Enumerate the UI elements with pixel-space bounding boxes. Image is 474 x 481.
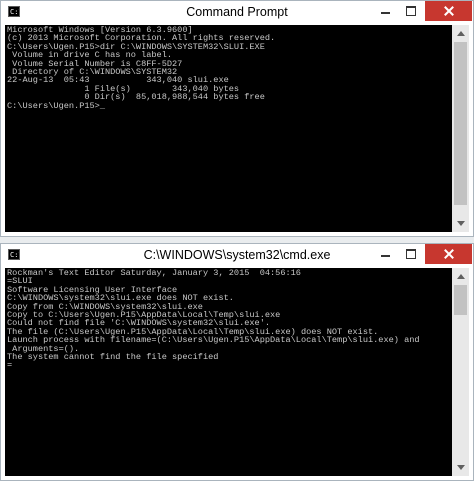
vertical-scrollbar[interactable] <box>452 25 469 232</box>
console-line: = <box>7 360 13 371</box>
scroll-up-arrow-icon[interactable] <box>452 25 469 42</box>
title-bar[interactable]: C:\ Command Prompt <box>1 1 473 25</box>
title-bar[interactable]: C:\ C:\WINDOWS\system32\cmd.exe <box>1 244 473 268</box>
console-prompt-line: C:\Users\Ugen.P15>_ <box>7 100 105 111</box>
console-client-area[interactable]: Rockman's Text Editor Saturday, January … <box>5 268 469 476</box>
cmd-exe-window[interactable]: C:\ C:\WINDOWS\system32\cmd.exe Rockman'… <box>0 243 474 481</box>
command-prompt-window[interactable]: C:\ Command Prompt Microsoft Windows [Ve… <box>0 0 474 237</box>
scroll-up-arrow-icon[interactable] <box>452 268 469 285</box>
close-button[interactable] <box>425 244 472 264</box>
vertical-scrollbar[interactable] <box>452 268 469 476</box>
maximize-button[interactable] <box>398 244 424 264</box>
console-line: Rockman's Text Editor Saturday, January … <box>7 268 301 278</box>
console-output[interactable]: Microsoft Windows [Version 6.3.9600] (c) … <box>5 25 452 232</box>
scrollbar-thumb[interactable] <box>454 42 467 205</box>
scroll-down-arrow-icon[interactable] <box>452 459 469 476</box>
maximize-button[interactable] <box>398 1 424 21</box>
scroll-down-arrow-icon[interactable] <box>452 215 469 232</box>
close-button[interactable] <box>425 1 472 21</box>
minimize-button[interactable] <box>372 1 398 21</box>
console-output[interactable]: Rockman's Text Editor Saturday, January … <box>5 268 452 476</box>
console-line: The system cannot find the file specifie… <box>7 352 219 363</box>
console-client-area[interactable]: Microsoft Windows [Version 6.3.9600] (c) … <box>5 25 469 232</box>
minimize-button[interactable] <box>372 244 398 264</box>
scrollbar-thumb[interactable] <box>454 285 467 315</box>
